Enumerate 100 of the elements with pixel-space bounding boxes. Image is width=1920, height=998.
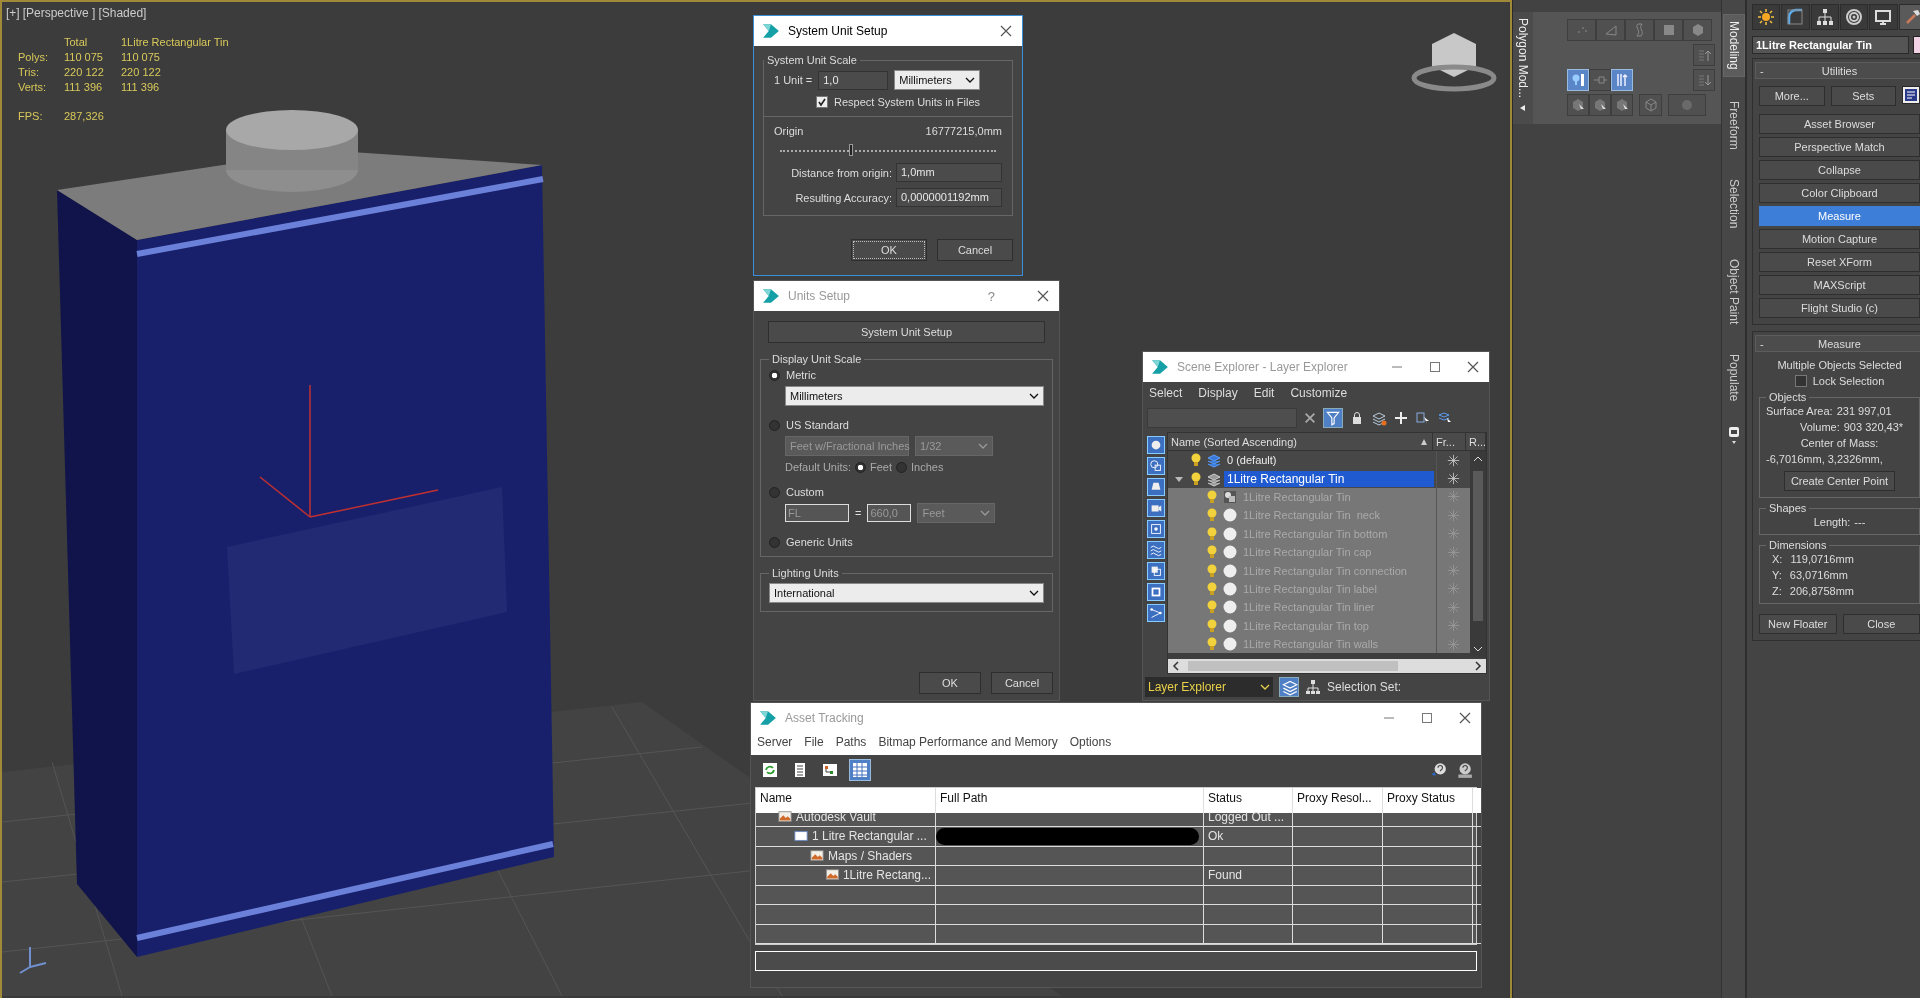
- utility-button[interactable]: Measure: [1759, 206, 1920, 226]
- tool-button[interactable]: [1693, 44, 1715, 66]
- menu-item[interactable]: Display: [1198, 386, 1238, 400]
- column-header[interactable]: Fr...: [1432, 433, 1466, 450]
- menu-item[interactable]: Paths: [835, 735, 867, 750]
- rollout-header[interactable]: - Measure: [1755, 335, 1920, 352]
- panel-tab[interactable]: [1869, 4, 1898, 30]
- utility-button[interactable]: Perspective Match: [1759, 137, 1920, 157]
- maximize-icon[interactable]: [1427, 359, 1443, 375]
- configure-button[interactable]: [1902, 86, 1920, 104]
- input-field[interactable]: 0,0000001192mm: [896, 188, 1002, 207]
- viewport-menu[interactable]: [+]: [6, 6, 20, 20]
- dialog-button[interactable]: New Floater: [1759, 614, 1837, 634]
- layer-view-toggle[interactable]: [1279, 677, 1299, 697]
- dialog-button[interactable]: Cancel: [991, 672, 1053, 694]
- filter-toggle[interactable]: [1323, 408, 1343, 428]
- tool-button[interactable]: [1654, 19, 1683, 41]
- collapse-toggle[interactable]: -: [1756, 64, 1772, 77]
- toolbar-button[interactable]: [849, 759, 871, 781]
- menu-item[interactable]: Select: [1149, 386, 1183, 400]
- utility-button[interactable]: MAXScript: [1759, 275, 1920, 295]
- radio-button[interactable]: [769, 486, 780, 498]
- plus-icon[interactable]: [1393, 410, 1409, 426]
- help-search-icon[interactable]: [1455, 761, 1473, 779]
- filter-toggle[interactable]: [1147, 457, 1165, 475]
- dialog-button[interactable]: Cancel: [937, 239, 1013, 261]
- collapse-toggle[interactable]: -: [1756, 337, 1772, 350]
- viewport-menu[interactable]: [Perspective ]: [22, 6, 96, 20]
- hierarchy-icon[interactable]: [1305, 679, 1321, 695]
- menu-item[interactable]: Edit: [1253, 386, 1275, 400]
- maximize-icon[interactable]: [1419, 710, 1435, 726]
- tool-button[interactable]: [1596, 19, 1625, 41]
- column-header[interactable]: Proxy Resol...: [1293, 788, 1383, 813]
- sets-button[interactable]: Sets: [1830, 86, 1896, 106]
- clear-icon[interactable]: [1303, 411, 1317, 425]
- menu-item[interactable]: Customize: [1290, 386, 1348, 400]
- rollout-header[interactable]: - Utilities: [1755, 62, 1920, 79]
- dropdown[interactable]: Millimeters: [894, 70, 981, 90]
- caret-icon[interactable]: [1519, 104, 1527, 113]
- select-layer-icon[interactable]: [1415, 410, 1431, 426]
- utility-button[interactable]: Asset Browser: [1759, 114, 1920, 134]
- filter-toggle[interactable]: [1147, 541, 1165, 559]
- panel-tab[interactable]: [1810, 4, 1839, 30]
- filter-toggle[interactable]: [1147, 583, 1165, 601]
- utility-button[interactable]: Reset XForm: [1759, 252, 1920, 272]
- tool-button[interactable]: [1567, 94, 1589, 116]
- ribbon-tab[interactable]: Modeling: [1722, 14, 1745, 77]
- close-icon[interactable]: [1465, 359, 1481, 375]
- column-header[interactable]: R...: [1466, 433, 1486, 450]
- horizontal-scrollbar[interactable]: [1168, 659, 1486, 673]
- utility-button[interactable]: Flight Studio (c): [1759, 298, 1920, 318]
- more-button[interactable]: More...: [1759, 86, 1825, 106]
- tree-item[interactable]: 1Litre Rectangular Tin: [1224, 470, 1434, 487]
- system-unit-setup-button[interactable]: System Unit Setup: [768, 321, 1045, 343]
- panel-tab[interactable]: [1781, 4, 1810, 30]
- panel-tab[interactable]: [1898, 4, 1920, 30]
- radio-button[interactable]: [855, 461, 867, 473]
- menu-item[interactable]: File: [804, 735, 824, 750]
- origin-slider[interactable]: [780, 143, 996, 157]
- close-icon[interactable]: [1035, 288, 1051, 304]
- tool-button[interactable]: [1589, 69, 1611, 91]
- checkbox[interactable]: [816, 96, 828, 108]
- utility-button[interactable]: Collapse: [1759, 160, 1920, 180]
- panel-toggle-icon[interactable]: [1727, 425, 1740, 446]
- radio-button[interactable]: [769, 419, 780, 431]
- dialog-button[interactable]: Close: [1842, 614, 1920, 634]
- help-icon[interactable]: [1429, 761, 1447, 779]
- checkbox[interactable]: [1794, 375, 1807, 387]
- tool-button[interactable]: [1668, 94, 1706, 116]
- input-field[interactable]: 1,0: [818, 70, 889, 90]
- radio-button[interactable]: [769, 536, 780, 548]
- layers-icon[interactable]: [1371, 410, 1387, 426]
- asset-name[interactable]: Maps / Shaders: [828, 848, 913, 863]
- input-field[interactable]: 1,0mm: [896, 163, 1002, 182]
- ribbon-tab[interactable]: Freeform: [1723, 94, 1744, 156]
- tool-button[interactable]: [1567, 69, 1589, 91]
- utility-button[interactable]: Motion Capture: [1759, 229, 1920, 249]
- viewport-menu[interactable]: [Shaded]: [98, 6, 147, 20]
- column-header[interactable]: Proxy Status: [1383, 788, 1473, 813]
- column-header[interactable]: Status: [1204, 788, 1293, 813]
- radio-button[interactable]: [896, 461, 908, 473]
- freeze-icon[interactable]: [1447, 453, 1460, 467]
- tool-button[interactable]: [1611, 69, 1633, 91]
- panel-tab[interactable]: [1840, 4, 1869, 30]
- column-header[interactable]: Name (Sorted Ascending): [1168, 433, 1420, 450]
- tool-button[interactable]: [1589, 94, 1611, 116]
- dialog-button[interactable]: OK: [851, 239, 927, 261]
- tool-button[interactable]: [1625, 19, 1654, 41]
- ribbon-tab[interactable]: Object Paint: [1723, 252, 1744, 331]
- dialog-button[interactable]: OK: [919, 672, 981, 694]
- object-name-field[interactable]: 1Litre Rectangular Tin: [1752, 36, 1909, 54]
- dropdown[interactable]: Millimeters: [785, 386, 1044, 406]
- close-icon[interactable]: [998, 23, 1014, 39]
- filter-toggle[interactable]: [1147, 436, 1165, 454]
- menu-item[interactable]: Server: [757, 735, 793, 750]
- column-header[interactable]: Full Path: [936, 788, 1204, 813]
- dropdown[interactable]: International: [769, 583, 1044, 603]
- filter-toggle[interactable]: [1147, 499, 1165, 517]
- radio-button[interactable]: [769, 369, 780, 381]
- freeze-icon[interactable]: [1447, 472, 1460, 486]
